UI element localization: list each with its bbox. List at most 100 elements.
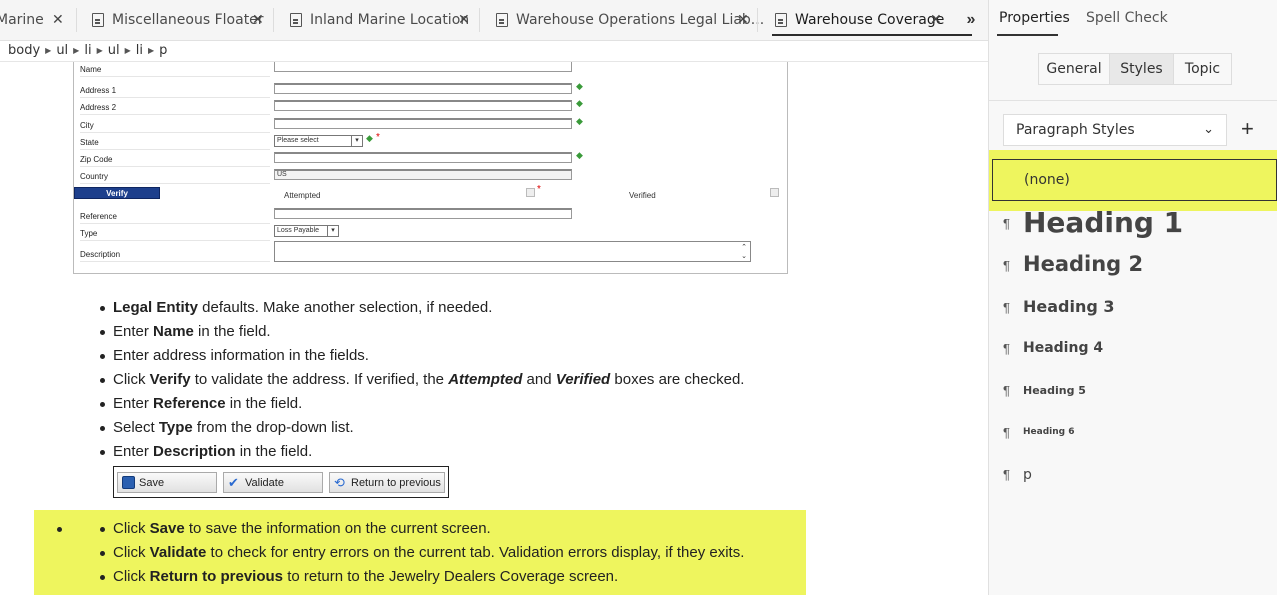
close-icon[interactable]: ✕ (930, 12, 942, 28)
list-item[interactable]: Click Validate to check for entry errors… (99, 541, 745, 565)
list-item-text: Enter (113, 443, 154, 460)
segment-general[interactable]: General (1038, 53, 1110, 85)
button-label: Validate (245, 476, 284, 489)
list-item[interactable]: Enter Reference in the field. (99, 392, 744, 416)
instruction-list: Legal Entity defaults. Make another sele… (99, 296, 745, 464)
list-item-text: Enter (113, 395, 154, 412)
breadcrumb-item[interactable]: ul (108, 43, 120, 58)
outer-list-bullet (57, 527, 62, 532)
list-item[interactable]: Click Return to previous to return to th… (99, 565, 744, 589)
style-item-heading-2[interactable]: Heading 2 (1023, 252, 1143, 276)
pilcrow-icon: ¶ (1003, 467, 1010, 482)
button-label: Return to previous (351, 476, 441, 489)
tab-label: Warehouse Coverage (795, 12, 945, 28)
list-item[interactable]: Legal Entity defaults. Make another sele… (99, 296, 744, 320)
tab-divider (757, 8, 758, 32)
tab-spell-check[interactable]: Spell Check (1086, 10, 1168, 26)
form-label-attempted: Attempted (284, 191, 321, 200)
active-tab-indicator (772, 34, 973, 36)
style-item-heading-6[interactable]: Heading 6 (1023, 427, 1074, 437)
bold-term: Type (158, 419, 193, 436)
list-item[interactable]: Click Save to save the information on th… (99, 517, 744, 541)
style-item-heading-4[interactable]: Heading 4 (1023, 340, 1103, 356)
chevron-down-icon: ⌄ (1203, 122, 1214, 137)
add-style-button[interactable]: + (1241, 116, 1254, 142)
form-verify-button: Verify (74, 187, 160, 199)
scroll-arrows-icon: ⌃ ⌄ (741, 244, 747, 260)
list-item-text: from the drop-down list. (192, 419, 354, 436)
segment-styles[interactable]: Styles (1109, 53, 1174, 85)
close-icon[interactable]: ✕ (458, 12, 470, 28)
form-input-address2 (274, 100, 572, 111)
tab-label: Marine (0, 12, 44, 28)
app-window: Marine ✕ Miscellaneous Floater ✕ Inland … (0, 0, 1277, 595)
list-item[interactable]: Enter address information in the fields. (99, 344, 744, 368)
list-item-text: to return to the Jewelry Dealers Coverag… (283, 568, 619, 585)
nested-instruction-list: Click Save to save the information on th… (99, 517, 745, 589)
breadcrumb-item[interactable]: li (84, 43, 91, 58)
document-editor[interactable]: Name Address 1 ◆ Address 2 ◆ City ◆ Stat… (0, 62, 988, 595)
style-item-none[interactable]: (none) (992, 159, 1277, 201)
form-input-country: US (274, 169, 572, 180)
style-item-heading-1[interactable]: Heading 1 (1023, 206, 1183, 239)
breadcrumb-item[interactable]: body (8, 43, 40, 58)
properties-panel: Properties Spell Check General Styles To… (988, 0, 1277, 595)
image-validate-button: ✔ Validate (223, 472, 323, 493)
style-item-heading-3[interactable]: Heading 3 (1023, 297, 1115, 316)
tab-miscellaneous-floater[interactable]: Miscellaneous Floater ✕ (92, 0, 264, 40)
list-item[interactable]: Select Type from the drop-down list. (99, 416, 744, 440)
close-icon[interactable]: ✕ (52, 12, 64, 28)
form-label-reference: Reference (80, 212, 270, 224)
style-item-heading-5[interactable]: Heading 5 (1023, 384, 1086, 397)
tab-divider (76, 8, 77, 32)
style-item-p[interactable]: p (1023, 467, 1032, 483)
form-label-address2: Address 2 (80, 103, 271, 115)
dropdown-value: Paragraph Styles (1016, 122, 1135, 138)
pilcrow-icon: ¶ (1003, 425, 1010, 440)
breadcrumb-separator-icon: ▶ (96, 46, 103, 55)
style-item-none-highlight: (none) (989, 150, 1277, 211)
list-item-text: boxes are checked. (610, 371, 745, 388)
country-value: US (277, 171, 287, 178)
bold-term: Legal Entity (113, 299, 199, 316)
form-label-state: State (80, 138, 267, 150)
tab-warehouse-coverage[interactable]: Warehouse Coverage ✕ (772, 0, 973, 40)
tab-label: Miscellaneous Floater (112, 12, 264, 28)
bold-term: Name (153, 323, 194, 340)
tab-marine[interactable]: Marine ✕ (0, 0, 64, 40)
segment-topic[interactable]: Topic (1173, 53, 1232, 85)
form-input-address1 (274, 83, 572, 94)
form-label-verified: Verified (629, 191, 656, 200)
form-input-reference (274, 208, 572, 219)
breadcrumb-item[interactable]: ul (56, 43, 68, 58)
close-icon[interactable]: ✕ (252, 12, 264, 28)
list-item[interactable]: Click Verify to validate the address. If… (99, 368, 745, 392)
tab-warehouse-operations[interactable]: Warehouse Operations Legal Liab... ✕ (496, 0, 764, 40)
list-item-text: Click (113, 520, 150, 537)
form-screenshot-image: Name Address 1 ◆ Address 2 ◆ City ◆ Stat… (73, 62, 788, 274)
tab-label: Warehouse Operations Legal Liab... (516, 12, 765, 28)
verified-checkbox (770, 188, 779, 197)
paragraph-styles-dropdown[interactable]: Paragraph Styles ⌄ (1003, 114, 1227, 146)
tab-overflow-icon[interactable]: » (958, 8, 984, 32)
list-item-text: Click (113, 544, 150, 561)
form-label-city: City (80, 121, 268, 133)
tab-label: Inland Marine Location (310, 12, 470, 28)
tab-inland-marine-location[interactable]: Inland Marine Location ✕ (290, 0, 470, 40)
form-label-type: Type (80, 229, 274, 241)
form-label-address1: Address 1 (80, 86, 271, 98)
list-item-text: to check for entry errors on the current… (206, 544, 745, 561)
list-item-text: Select (113, 419, 159, 436)
floppy-disk-icon (122, 476, 135, 489)
list-item-text: Click (113, 568, 150, 585)
breadcrumb-separator-icon: ▶ (73, 46, 80, 55)
list-item[interactable]: Enter Name in the field. (99, 320, 744, 344)
tab-properties[interactable]: Properties (999, 10, 1070, 26)
bold-term: Verify (149, 371, 191, 388)
list-item[interactable]: Enter Description in the field. (99, 440, 744, 464)
pilcrow-icon: ¶ (1003, 341, 1010, 356)
close-icon[interactable]: ✕ (737, 12, 749, 28)
required-asterisk: * (376, 132, 380, 143)
breadcrumb-item[interactable]: p (159, 43, 167, 58)
breadcrumb-item[interactable]: li (136, 43, 143, 58)
